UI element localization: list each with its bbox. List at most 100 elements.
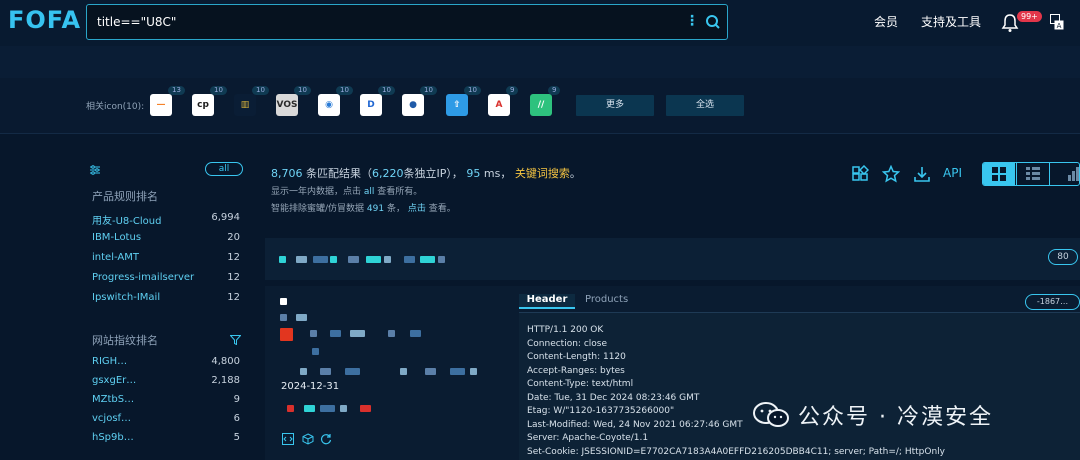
header-line: Server: Apache-Coyote/1.1 [527, 433, 649, 443]
product-rank-item[interactable]: IBM-Lotus [92, 232, 141, 243]
favicon-thumb [280, 328, 293, 341]
redacted-block [312, 348, 319, 355]
related-icon-count: 9 [548, 86, 561, 95]
redacted-block [384, 256, 391, 263]
search-icon[interactable] [705, 14, 721, 30]
select-all-button[interactable]: 全选 [666, 95, 744, 116]
related-icon-count: 13 [168, 86, 185, 95]
fingerprint-rank-count: 6 [233, 413, 240, 424]
redacted-block [320, 405, 335, 412]
related-icon-count: 10 [294, 86, 311, 95]
unique-ip-count: 6,220 [372, 167, 404, 180]
query-ms: 95 [466, 167, 481, 180]
redacted-block [330, 330, 341, 337]
port-pill[interactable]: 80 [1048, 249, 1078, 265]
total-count: 8,706 [271, 167, 303, 180]
fingerprint-rank-item[interactable]: RIGH… [92, 356, 127, 367]
search-input[interactable]: title=="U8C" [97, 15, 176, 29]
honeypot-count: 491 [366, 204, 385, 214]
related-icon-count: 10 [464, 86, 481, 95]
tab-products[interactable]: Products [585, 294, 628, 305]
redacted-block [366, 256, 381, 263]
tab-header[interactable]: Header [519, 294, 575, 309]
svg-text:A: A [1057, 22, 1062, 30]
redacted-block [450, 368, 465, 375]
fofa-logo[interactable]: FOFA [8, 6, 81, 34]
redacted-block [360, 405, 371, 412]
redacted-block [304, 405, 315, 412]
list-view-icon [1026, 167, 1040, 180]
related-icon-3[interactable]: ▥ [234, 94, 256, 116]
search-box[interactable]: title=="U8C" ⋮ [86, 4, 728, 40]
related-icon-5[interactable]: ◉ [318, 94, 340, 116]
product-rank-count: 20 [227, 232, 240, 243]
product-ranking-heading: 产品规则排名 [92, 190, 158, 203]
redacted-block [287, 405, 294, 412]
related-icons-label: 相关icon(10): [86, 102, 145, 112]
related-icon-8[interactable]: ⇧ [446, 94, 468, 116]
api-link[interactable]: API [943, 166, 962, 180]
redacted-block [279, 256, 286, 263]
related-icon-1[interactable]: — [150, 94, 172, 116]
view-chart-button[interactable] [1049, 163, 1079, 185]
show-all-link[interactable]: all [364, 187, 375, 197]
redacted-block [296, 256, 307, 263]
related-icon-2[interactable]: cp [192, 94, 214, 116]
fingerprint-rank-count: 9 [233, 394, 240, 405]
fingerprint-rank-item[interactable]: MZtbS… [92, 394, 134, 405]
header-line: Content-Type: text/html [527, 379, 634, 389]
fingerprint-rank-count: 2,188 [211, 375, 240, 386]
nav-support-tools[interactable]: 支持及工具 [921, 13, 981, 30]
refresh-icon[interactable] [320, 433, 332, 445]
all-filter-pill[interactable]: all [205, 162, 243, 176]
star-icon[interactable] [882, 165, 900, 183]
redacted-block [425, 368, 436, 375]
product-rank-item[interactable]: 用友-U8-Cloud [92, 212, 161, 227]
language-icon[interactable]: A [1050, 14, 1064, 30]
fingerprint-rank-item[interactable]: vcjosf… [92, 413, 131, 424]
view-list-button[interactable] [1016, 163, 1048, 185]
related-icon-count: 10 [252, 86, 269, 95]
header-line: HTTP/1.1 200 OK [527, 325, 604, 335]
fingerprint-rank-item[interactable]: gsxgEr… [92, 375, 136, 386]
related-icon-10[interactable]: // [530, 94, 552, 116]
product-rank-count: 12 [227, 292, 240, 303]
product-rank-item[interactable]: Progress-imailserver [92, 272, 194, 283]
related-icon-9[interactable]: A [488, 94, 510, 116]
honeypot-note: 智能排除蜜罐/仿冒数据 491 条， 点击 查看。 [271, 204, 456, 214]
view-mode-toggle[interactable] [982, 162, 1080, 186]
fingerprint-rank-count: 5 [233, 432, 240, 443]
one-year-note: 显示一年内数据，点击 all 查看所有。 [271, 187, 423, 197]
header-line: Set-Cookie: JSESSIONID=E7702CA7183A4A0EF… [527, 446, 945, 457]
product-rank-count: 6,994 [211, 212, 240, 223]
fingerprint-rank-item[interactable]: hSp9b… [92, 432, 134, 443]
honeypot-click-link[interactable]: 点击 [408, 204, 426, 214]
icon-hash-pill[interactable]: -1867… [1025, 294, 1080, 310]
more-options-icon[interactable]: ⋮ [685, 13, 699, 29]
product-rank-item[interactable]: intel-AMT [92, 252, 139, 263]
notification-badge: 99+ [1017, 11, 1042, 22]
keyword-search-link[interactable]: 关键词搜索 [515, 167, 570, 180]
header-line: Connection: close [527, 338, 607, 349]
grid-filter-icon[interactable] [851, 165, 869, 183]
cube-icon[interactable] [302, 433, 314, 445]
related-icon-6[interactable]: D [360, 94, 382, 116]
more-button[interactable]: 更多 [576, 95, 654, 116]
code-icon[interactable] [282, 433, 294, 445]
funnel-icon[interactable] [230, 335, 241, 345]
related-icon-7[interactable]: ● [402, 94, 424, 116]
view-grid-button[interactable] [983, 163, 1015, 185]
product-rank-item[interactable]: Ipswitch-IMail [92, 292, 160, 303]
results-summary: 8,706 条匹配结果（6,220条独立IP）， 95 ms， 关键词搜索。 [271, 167, 581, 180]
related-icon-count: 10 [336, 86, 353, 95]
redacted-block [388, 330, 395, 337]
related-icon-4[interactable]: VOS [276, 94, 298, 116]
download-icon[interactable] [913, 165, 931, 183]
nav-member[interactable]: 会员 [874, 13, 898, 30]
related-icon-count: 10 [210, 86, 227, 95]
redacted-block [345, 368, 360, 375]
fingerprint-ranking-heading: 网站指纹排名 [92, 334, 158, 347]
filter-sliders-icon[interactable] [89, 164, 101, 176]
result-date: 2024-12-31 [281, 381, 340, 392]
header-line: Accept-Ranges: bytes [527, 365, 625, 376]
